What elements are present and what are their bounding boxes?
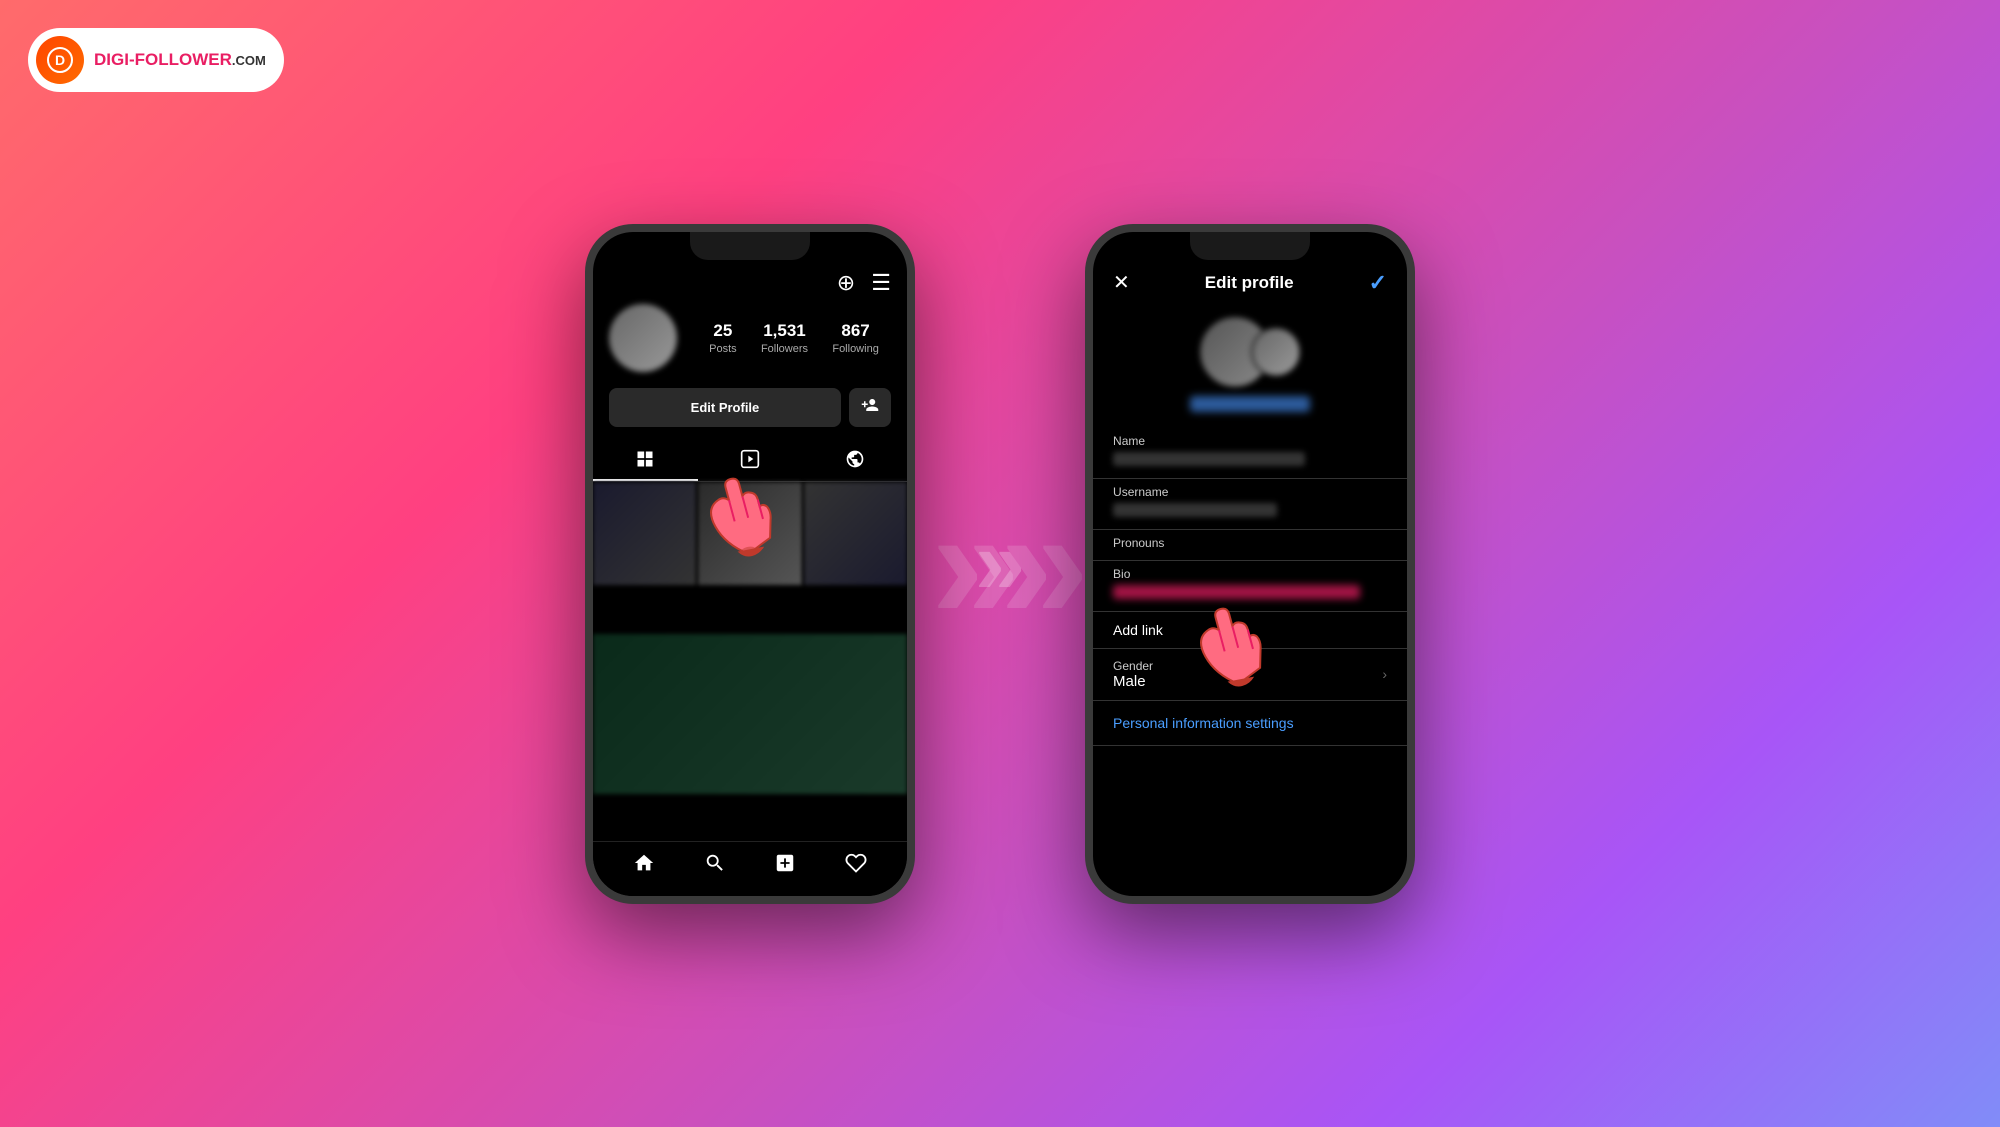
phone2-screen: ✕ Edit profile ✓ Name	[1093, 232, 1407, 896]
posts-label: Posts	[709, 343, 737, 355]
followers-stat: 1,531 Followers	[761, 321, 808, 355]
gender-info: Gender Male	[1113, 659, 1153, 690]
phones-container: ⊕ ☰ 25 Posts 1,531 Followers	[585, 224, 1415, 904]
personal-info-link[interactable]: Personal information settings	[1113, 715, 1387, 731]
bottom-nav	[593, 841, 907, 896]
following-label: Following	[832, 343, 878, 355]
bio-value	[1113, 585, 1360, 599]
phone1-screen: ⊕ ☰ 25 Posts 1,531 Followers	[593, 232, 907, 896]
gender-label: Gender	[1113, 659, 1153, 673]
username-field: Username	[1093, 479, 1407, 530]
name-field: Name	[1093, 428, 1407, 479]
photo-grid	[593, 482, 907, 841]
posts-count: 25	[713, 321, 732, 341]
close-icon[interactable]: ✕	[1113, 270, 1130, 295]
arrow-separator: »	[975, 512, 1025, 615]
name-label: Name	[1113, 434, 1387, 448]
username-value	[1113, 503, 1277, 517]
posts-stat: 25 Posts	[709, 321, 737, 355]
phone1: ⊕ ☰ 25 Posts 1,531 Followers	[585, 224, 915, 904]
grid-cell	[593, 482, 696, 585]
logo: D DIGI-FOLLOWER.COM	[28, 28, 284, 92]
followers-count: 1,531	[763, 321, 806, 341]
plus-icon[interactable]: ⊕	[837, 270, 855, 296]
phone1-header: ⊕ ☰	[593, 232, 907, 304]
pronouns-field[interactable]: Pronouns	[1093, 530, 1407, 561]
username-display	[1190, 396, 1310, 412]
grid-cell	[698, 482, 801, 585]
gender-value: Male	[1113, 673, 1153, 690]
edit-profile-button[interactable]: Edit Profile	[609, 388, 841, 427]
following-count: 867	[841, 321, 869, 341]
heart-nav-icon[interactable]	[845, 852, 867, 880]
profile-stats: 25 Posts 1,531 Followers 867 Following	[697, 321, 891, 355]
personal-info-section: Personal information settings	[1093, 701, 1407, 746]
pronouns-label: Pronouns	[1113, 536, 1387, 550]
tab-grid[interactable]	[593, 439, 698, 481]
following-stat: 867 Following	[832, 321, 878, 355]
username-label: Username	[1113, 485, 1387, 499]
search-nav-icon[interactable]	[704, 852, 726, 880]
bio-label: Bio	[1113, 567, 1387, 581]
avatar-section	[1093, 308, 1407, 428]
logo-text: DIGI-FOLLOWER.COM	[94, 50, 266, 70]
edit-profile-header: ✕ Edit profile ✓	[1093, 232, 1407, 308]
checkmark-icon[interactable]: ✓	[1369, 270, 1387, 296]
gender-chevron-icon: ›	[1382, 666, 1387, 682]
add-person-button[interactable]	[849, 388, 891, 427]
phone1-tabs	[593, 439, 907, 482]
profile-avatar	[609, 304, 677, 372]
grid-large-cell	[593, 634, 907, 794]
add-link-label[interactable]: Add link	[1113, 622, 1387, 638]
tab-tagged[interactable]	[802, 439, 907, 481]
profile-section: 25 Posts 1,531 Followers 867 Following	[593, 304, 907, 384]
home-nav-icon[interactable]	[633, 852, 655, 880]
grid-cell	[804, 482, 907, 585]
bio-field: Bio	[1093, 561, 1407, 612]
tab-reels[interactable]	[698, 439, 803, 481]
add-nav-icon[interactable]	[774, 852, 796, 880]
svg-text:D: D	[55, 52, 65, 68]
avatar-group	[1199, 316, 1301, 388]
logo-icon: D	[36, 36, 84, 84]
followers-label: Followers	[761, 343, 808, 355]
phone2-wrapper: ✕ Edit profile ✓ Name	[1085, 224, 1415, 904]
name-value	[1113, 452, 1305, 466]
menu-icon[interactable]: ☰	[871, 270, 891, 296]
phone2: ✕ Edit profile ✓ Name	[1085, 224, 1415, 904]
edit-profile-title: Edit profile	[1205, 273, 1294, 293]
edit-profile-row: Edit Profile	[593, 384, 907, 435]
secondary-avatar	[1251, 327, 1301, 377]
gender-field[interactable]: Gender Male ›	[1093, 649, 1407, 701]
add-link-section: Add link	[1093, 612, 1407, 649]
phone1-wrapper: ⊕ ☰ 25 Posts 1,531 Followers	[585, 224, 915, 904]
